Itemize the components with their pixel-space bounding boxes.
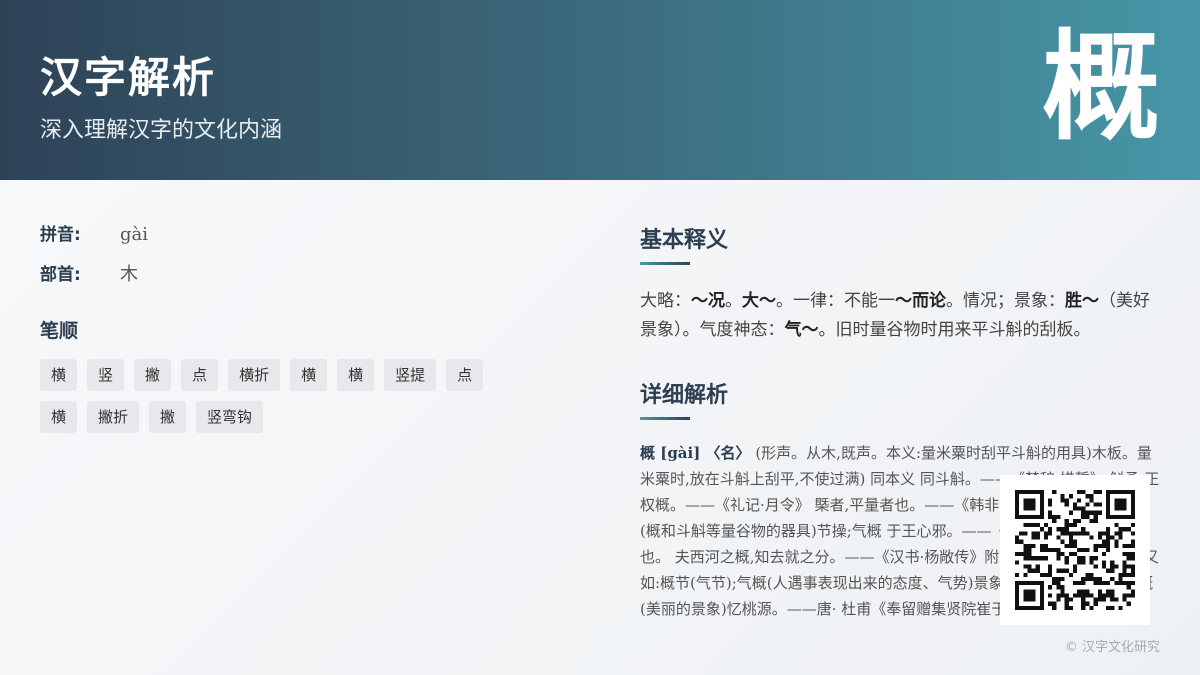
detailed-analysis-title: 详细解析: [640, 383, 729, 408]
page-title: 汉字解析: [40, 53, 217, 102]
stroke-chip: 撇折: [87, 401, 140, 433]
meaning-text: 。情况；景象：: [946, 291, 1065, 311]
meaning-example: 大～: [742, 291, 776, 311]
copyright-text: © 汉字文化研究: [1064, 640, 1160, 655]
stroke-chip: 竖弯钩: [196, 401, 264, 433]
meaning-example: ～况: [691, 291, 725, 311]
stroke-chip: 点: [181, 359, 219, 391]
stroke-order-title: 笔顺: [40, 320, 79, 342]
basic-meaning-text: 大略：～况。大～。一律：不能一～而论。情况；景象：胜～（美好景象）。气度神态：气…: [640, 287, 1160, 345]
meaning-text: 大略：: [640, 291, 691, 311]
page-subtitle: 深入理解汉字的文化内涵: [40, 118, 283, 143]
stroke-chip: 竖: [87, 359, 125, 391]
stroke-chip: 横: [40, 359, 78, 391]
radical-row: 部首: 木: [40, 260, 580, 300]
meaning-text: 。旧时量谷物时用来平斗斛的刮板。: [818, 320, 1091, 340]
radical-label: 部首:: [40, 265, 81, 285]
pinyin-value: gài: [120, 224, 149, 245]
pinyin-row: 拼音: gài: [40, 220, 580, 260]
pinyin-label: 拼音:: [40, 225, 81, 245]
character-info-panel: 拼音: gài 部首: 木 笔顺 横竖撇点横折横横竖提点横撇折撇竖弯钩: [40, 220, 580, 443]
stroke-chip: 点: [446, 359, 484, 391]
stroke-chip: 撇: [134, 359, 172, 391]
section-underline: [640, 262, 690, 265]
basic-meaning-title: 基本释义: [640, 228, 729, 253]
qr-code-icon: [1000, 475, 1150, 625]
stroke-chip: 横折: [228, 359, 281, 391]
featured-character: 概: [1041, 18, 1160, 156]
section-underline: [640, 417, 690, 420]
meaning-example: ～而论: [895, 291, 946, 311]
meaning-text: 。: [725, 291, 742, 311]
stroke-chip: 横: [337, 359, 375, 391]
radical-value: 木: [120, 264, 138, 285]
stroke-chip: 竖提: [384, 359, 437, 391]
stroke-chip: 撇: [149, 401, 187, 433]
stroke-chip: 横: [40, 401, 78, 433]
meaning-text: 。一律：不能一: [776, 291, 895, 311]
stroke-order-list: 横竖撇点横折横横竖提点横撇折撇竖弯钩: [40, 359, 540, 443]
header-banner: 汉字解析 深入理解汉字的文化内涵 概: [0, 0, 1200, 180]
meaning-example: 胜～: [1065, 291, 1099, 311]
stroke-chip: 横: [290, 359, 328, 391]
detail-headword: 概 [gài] 〈名〉: [640, 444, 751, 462]
meaning-example: 气～: [784, 320, 819, 340]
